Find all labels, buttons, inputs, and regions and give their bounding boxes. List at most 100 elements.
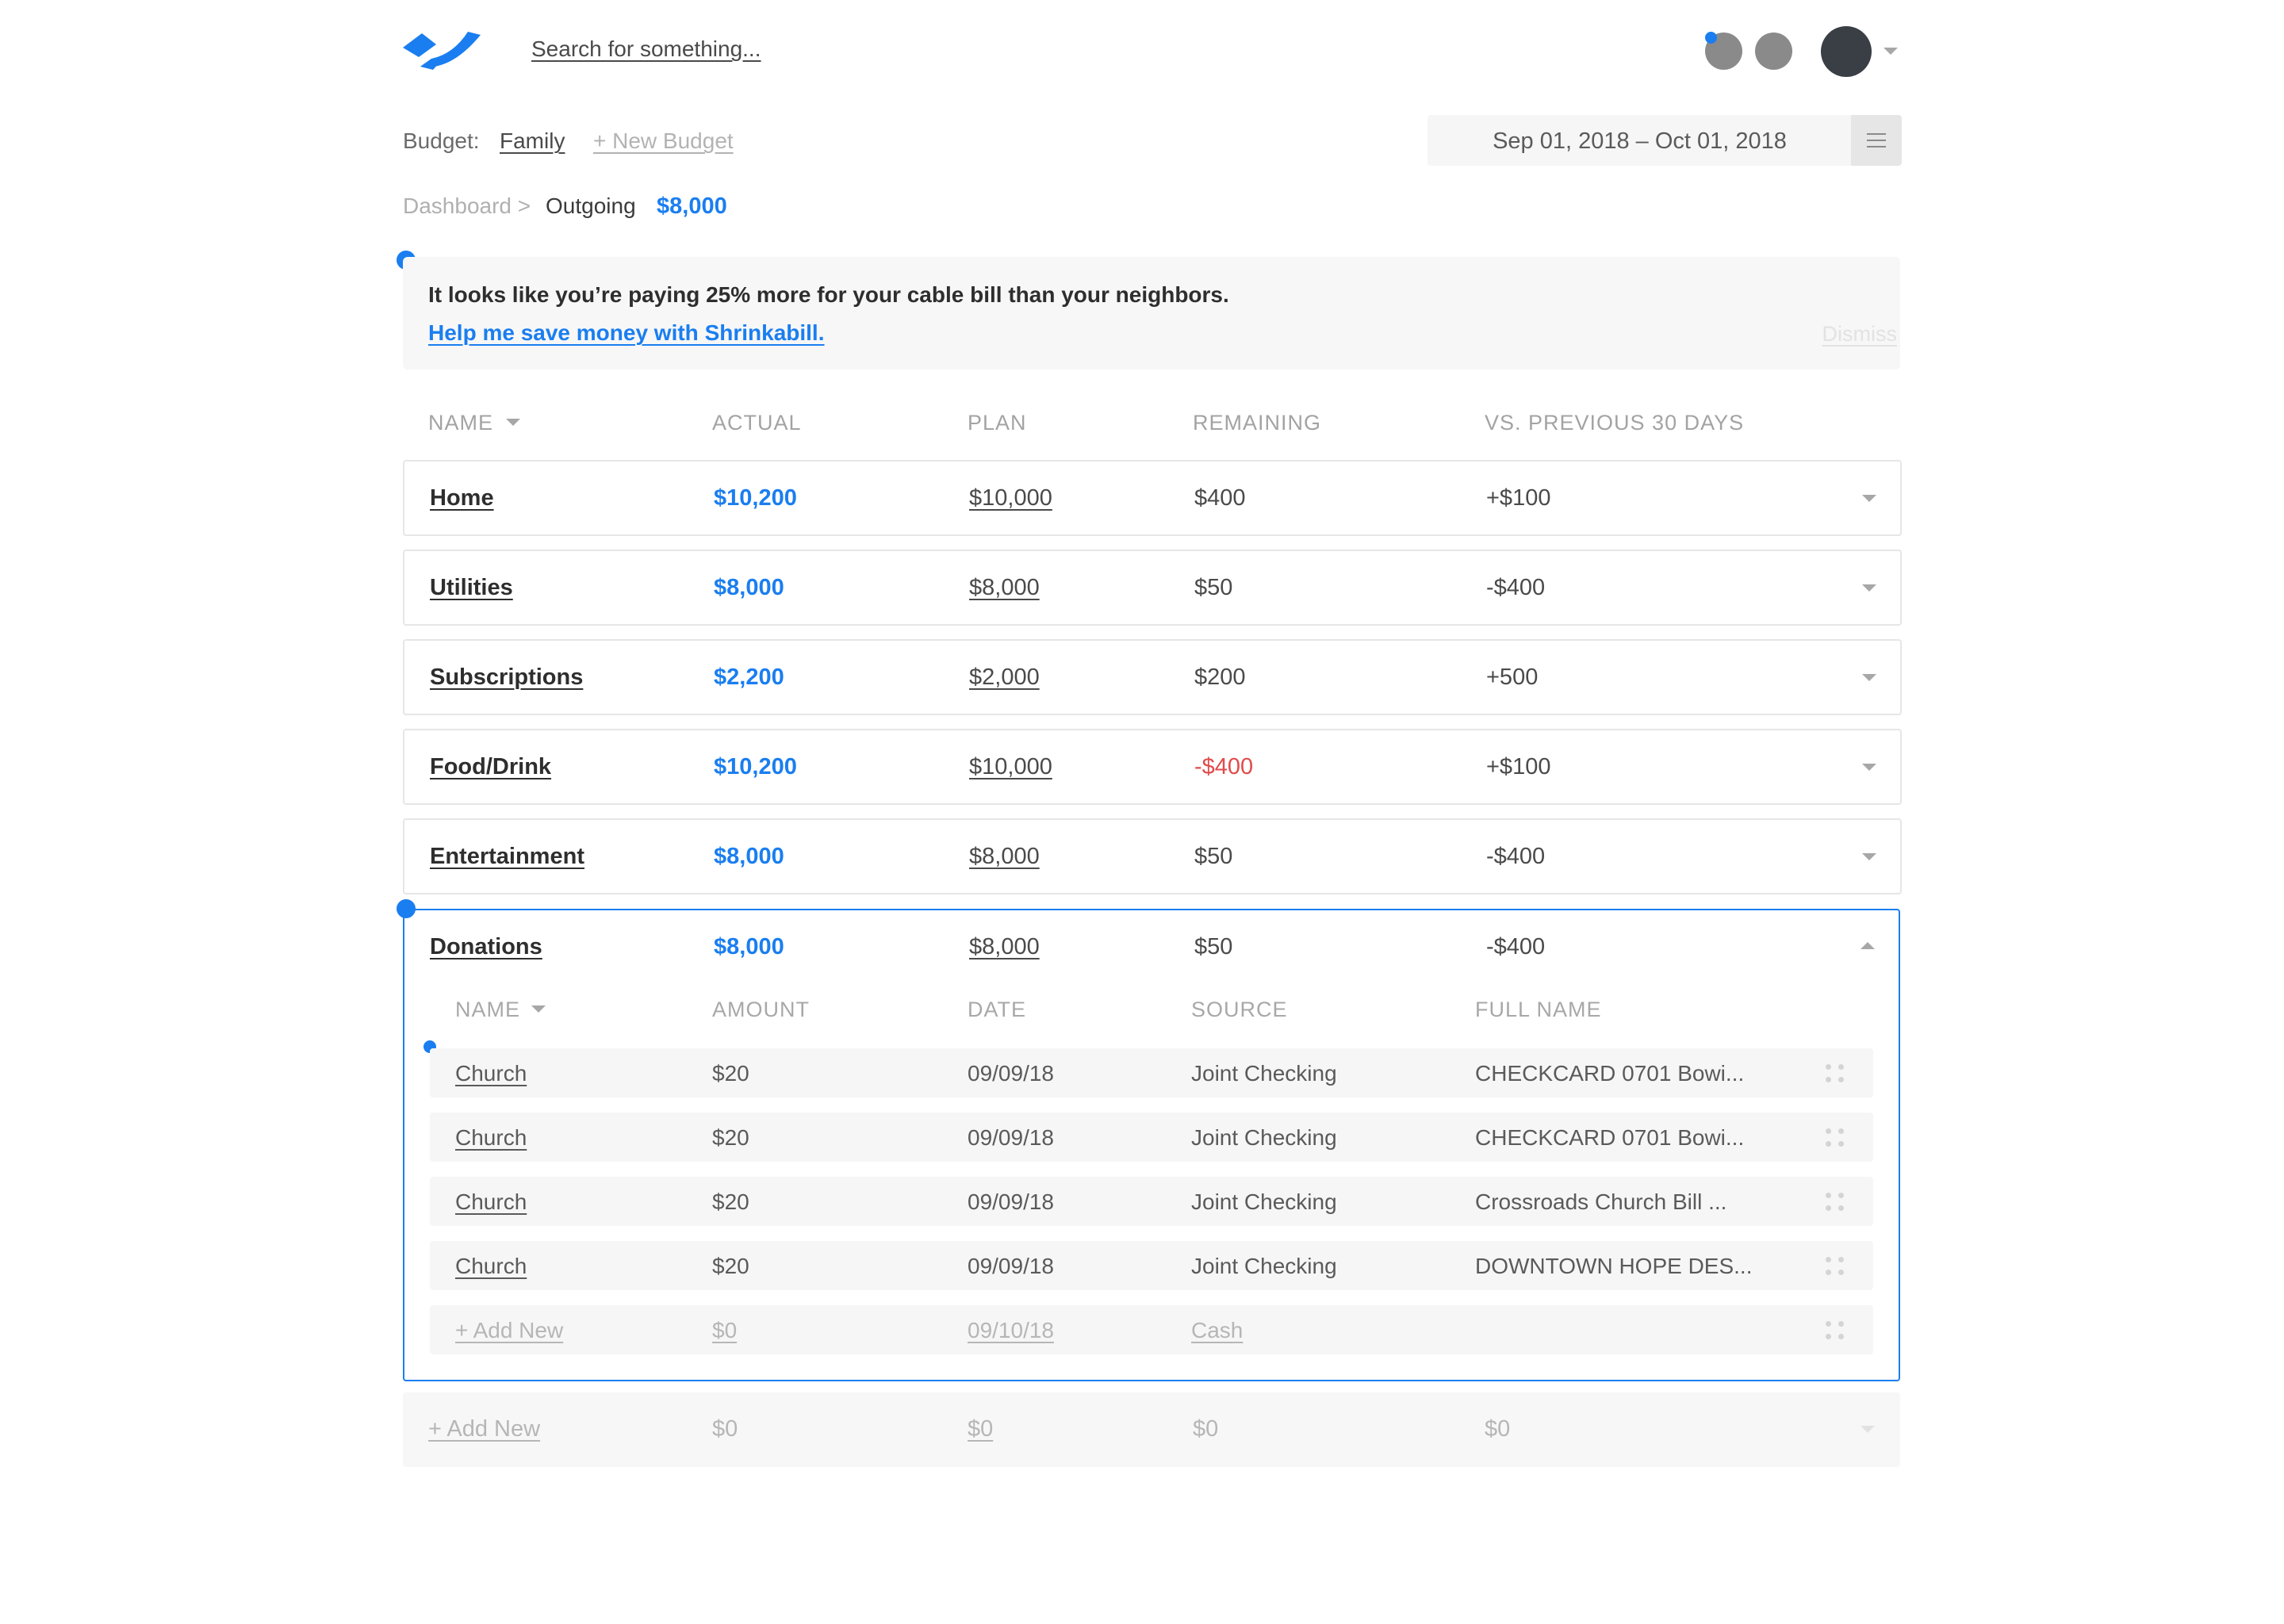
column-header-remaining: REMAINING: [1193, 411, 1322, 435]
category-row[interactable]: Utilities $8,000 $8,000 $50 -$400: [403, 550, 1902, 626]
chevron-down-icon[interactable]: [1861, 1426, 1875, 1433]
transaction-date: 09/09/18: [968, 1254, 1054, 1278]
transaction-row[interactable]: Church $20 09/09/18 Joint Checking CHECK…: [430, 1113, 1873, 1162]
expanded-row-summary[interactable]: Donations $8,000 $8,000 $50 -$400: [404, 910, 1899, 983]
breadcrumb-current: Outgoing: [546, 193, 636, 218]
transaction-full-name: Crossroads Church Bill ...: [1475, 1189, 1727, 1214]
transaction-full-name: CHECKCARD 0701 Bowi...: [1475, 1061, 1745, 1086]
new-plan-input[interactable]: $0: [968, 1416, 993, 1442]
date-range-picker[interactable]: Sep 01, 2018 – Oct 01, 2018: [1428, 115, 1852, 166]
shrinkabill-link[interactable]: Help me save money with Shrinkabill.: [428, 320, 825, 346]
actual-value: $8,000: [714, 575, 784, 600]
sort-caret-icon[interactable]: [506, 419, 520, 426]
plan-value[interactable]: $8,000: [969, 844, 1040, 870]
plan-value[interactable]: $8,000: [969, 934, 1040, 960]
remaining-value: -$400: [1194, 754, 1254, 779]
add-new-transaction[interactable]: + Add New: [455, 1318, 563, 1343]
category-row[interactable]: Food/Drink $10,200 $10,000 -$400 +$100: [403, 729, 1902, 805]
transaction-full-name: DOWNTOWN HOPE DES...: [1475, 1254, 1753, 1278]
breadcrumb-amount: $8,000: [657, 193, 727, 219]
category-name[interactable]: Utilities: [430, 575, 513, 601]
transaction-name[interactable]: Church: [455, 1189, 527, 1215]
category-name[interactable]: Home: [430, 485, 494, 511]
vs-previous-value: -$400: [1486, 934, 1546, 959]
chevron-down-icon[interactable]: [1862, 495, 1876, 502]
column-header-plan: PLAN: [968, 411, 1027, 435]
add-transaction-row[interactable]: + Add New $0 09/10/18 Cash: [430, 1305, 1873, 1354]
add-category-row[interactable]: + Add New $0 $0 $0 $0: [403, 1392, 1900, 1467]
drag-handle-icon[interactable]: [1826, 1257, 1845, 1276]
chevron-down-icon[interactable]: [1862, 584, 1876, 592]
transaction-name[interactable]: Church: [455, 1254, 527, 1279]
transaction-source: Joint Checking: [1191, 1125, 1337, 1150]
transaction-date: 09/09/18: [968, 1061, 1054, 1086]
vs-previous-value: -$400: [1486, 844, 1546, 869]
category-name[interactable]: Subscriptions: [430, 665, 583, 691]
actual-value: $10,200: [714, 485, 797, 511]
chevron-down-icon[interactable]: [1862, 853, 1876, 860]
logo-icon[interactable]: [401, 30, 482, 73]
sub-header-amount: AMOUNT: [712, 998, 810, 1021]
user-avatar[interactable]: [1821, 26, 1872, 77]
new-vs-value: $0: [1485, 1416, 1511, 1442]
plan-value[interactable]: $10,000: [969, 754, 1052, 780]
breadcrumb-dashboard[interactable]: Dashboard >: [403, 193, 531, 219]
new-actual-value: $0: [712, 1416, 738, 1442]
transaction-name[interactable]: Church: [455, 1061, 527, 1086]
column-header-vs-previous: VS. PREVIOUS 30 DAYS: [1485, 411, 1745, 435]
transaction-amount: $20: [712, 1125, 749, 1150]
actual-value: $10,200: [714, 754, 797, 779]
chevron-down-icon[interactable]: [1862, 764, 1876, 771]
plan-value[interactable]: $8,000: [969, 575, 1040, 601]
savings-alert: It looks like you’re paying 25% more for…: [403, 257, 1900, 370]
column-header-name[interactable]: NAME: [428, 411, 493, 435]
chevron-down-icon[interactable]: [1884, 48, 1898, 55]
sub-header-name[interactable]: NAME: [455, 998, 520, 1022]
chevron-up-icon[interactable]: [1861, 942, 1875, 949]
category-row-expanded[interactable]: Donations $8,000 $8,000 $50 -$400 NAME A…: [403, 909, 1900, 1381]
category-name[interactable]: Food/Drink: [430, 754, 551, 780]
plan-value[interactable]: $10,000: [969, 485, 1052, 511]
vs-previous-value: +$100: [1486, 754, 1551, 779]
category-name[interactable]: Donations: [430, 934, 542, 960]
new-budget-link[interactable]: + New Budget: [593, 128, 734, 154]
actual-value: $8,000: [714, 844, 784, 869]
budget-selector[interactable]: Family: [500, 128, 565, 154]
actual-value: $8,000: [714, 934, 784, 959]
new-source-select[interactable]: Cash: [1191, 1318, 1243, 1343]
vs-previous-value: +500: [1486, 665, 1539, 690]
transaction-row[interactable]: Church $20 09/09/18 Joint Checking Cross…: [430, 1177, 1873, 1226]
plan-value[interactable]: $2,000: [969, 665, 1040, 691]
transaction-row[interactable]: Church $20 09/09/18 Joint Checking CHECK…: [430, 1048, 1873, 1097]
category-name[interactable]: Entertainment: [430, 844, 584, 870]
secondary-avatar[interactable]: [1755, 33, 1792, 70]
notification-dot: [1705, 32, 1717, 44]
drag-handle-icon[interactable]: [1826, 1128, 1845, 1147]
dismiss-button[interactable]: Dismiss: [1822, 322, 1898, 347]
add-new-category[interactable]: + Add New: [428, 1416, 540, 1442]
transaction-source: Joint Checking: [1191, 1189, 1337, 1214]
transaction-row[interactable]: Church $20 09/09/18 Joint Checking DOWNT…: [430, 1241, 1873, 1290]
remaining-value: $400: [1194, 485, 1246, 511]
category-row[interactable]: Home $10,200 $10,000 $400 +$100: [403, 460, 1902, 536]
transaction-amount: $20: [712, 1189, 749, 1214]
new-date-input[interactable]: 09/10/18: [968, 1318, 1054, 1343]
search-input[interactable]: Search for something...: [531, 36, 761, 62]
category-row[interactable]: Subscriptions $2,200 $2,000 $200 +500: [403, 639, 1902, 715]
drag-handle-icon[interactable]: [1826, 1321, 1845, 1340]
sort-caret-icon[interactable]: [531, 1005, 546, 1013]
remaining-value: $50: [1194, 934, 1233, 959]
menu-icon[interactable]: [1851, 115, 1902, 166]
transaction-date: 09/09/18: [968, 1189, 1054, 1214]
drag-handle-icon[interactable]: [1826, 1064, 1845, 1083]
column-header-actual: ACTUAL: [712, 411, 802, 435]
transaction-name[interactable]: Church: [455, 1125, 527, 1151]
new-amount-input[interactable]: $0: [712, 1318, 737, 1343]
alert-message: It looks like you’re paying 25% more for…: [428, 282, 1229, 307]
chevron-down-icon[interactable]: [1862, 674, 1876, 681]
drag-handle-icon[interactable]: [1826, 1193, 1845, 1212]
transaction-date: 09/09/18: [968, 1125, 1054, 1150]
category-row[interactable]: Entertainment $8,000 $8,000 $50 -$400: [403, 818, 1902, 894]
transaction-amount: $20: [712, 1254, 749, 1278]
sub-header-source: SOURCE: [1191, 998, 1288, 1021]
